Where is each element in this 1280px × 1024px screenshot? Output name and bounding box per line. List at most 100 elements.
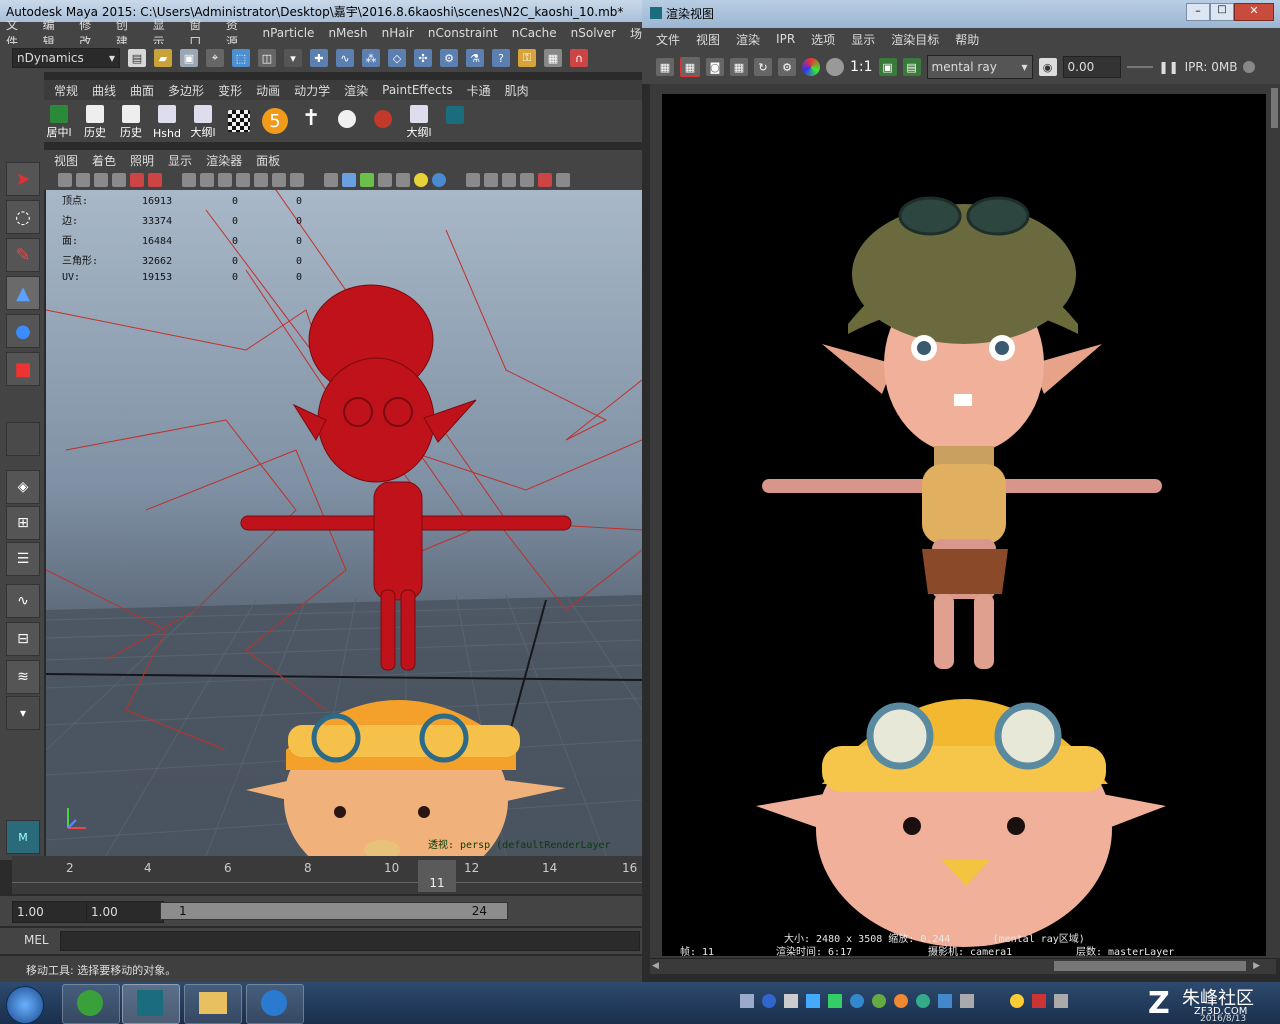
film-gate-icon[interactable] [200, 173, 214, 187]
rv-menu-ipr[interactable]: IPR [776, 32, 795, 46]
wireframe-on-shaded-icon[interactable] [360, 173, 374, 187]
safe-title-icon[interactable] [290, 173, 304, 187]
shelf-tab-polygons[interactable]: 多边形 [164, 82, 208, 99]
isolate-icon[interactable] [520, 173, 534, 187]
shelf-button-maya[interactable] [440, 102, 470, 140]
vscroll-thumb[interactable] [1271, 88, 1278, 128]
scroll-right-icon[interactable]: ▶ [1253, 961, 1260, 971]
help-icon[interactable]: ? [492, 49, 510, 67]
maximize-button[interactable]: □ [1210, 3, 1234, 21]
rv-menu-file[interactable]: 文件 [656, 31, 680, 48]
keep-image-icon[interactable]: ▣ [878, 58, 897, 76]
shelf-tab-curves[interactable]: 曲线 [88, 82, 120, 99]
snap-point-icon[interactable]: ⁂ [362, 49, 380, 67]
rendered-image[interactable] [662, 94, 1266, 956]
shelf-tab-deformation[interactable]: 变形 [214, 82, 246, 99]
help-icon[interactable] [762, 994, 776, 1008]
start-button[interactable] [6, 986, 44, 1024]
shelf-tab-toon[interactable]: 卡通 [463, 82, 495, 99]
move-tool-icon[interactable]: ▲ [6, 276, 40, 310]
network-icon[interactable] [828, 994, 842, 1008]
input-method-icon[interactable] [1032, 994, 1046, 1008]
rv-menu-options[interactable]: 选项 [811, 31, 835, 48]
rv-menu-display[interactable]: 显示 [851, 31, 875, 48]
perspective-viewport[interactable]: 顶点: 16913 0 0 边: 33374 0 0 面: 16484 0 0 三角形: 32662… [46, 190, 642, 856]
display-icon[interactable] [938, 994, 952, 1008]
camera-bookmark-icon[interactable] [148, 173, 162, 187]
refresh-ipr-icon[interactable]: ↻ [754, 58, 772, 76]
field-chart-icon[interactable] [254, 173, 268, 187]
pause-icon[interactable]: ❚❚ [1159, 60, 1179, 74]
layout-more-icon[interactable]: ▾ [6, 696, 40, 730]
snap-plane-icon[interactable]: ◇ [388, 49, 406, 67]
update-icon[interactable] [916, 994, 930, 1008]
layout-graph-icon[interactable]: ∿ [6, 584, 40, 618]
open-folder-icon[interactable]: ▰ [154, 49, 172, 67]
safe-action-icon[interactable] [272, 173, 286, 187]
menu-nconstraint[interactable]: nConstraint [428, 26, 498, 40]
lock-icon[interactable]: ⚿ [518, 49, 536, 67]
rv-menu-render[interactable]: 渲染 [736, 31, 760, 48]
shelf-button-skeleton[interactable]: ✝ [296, 102, 326, 140]
rv-menu-view[interactable]: 视图 [696, 31, 720, 48]
rv-menu-help[interactable]: 帮助 [955, 31, 979, 48]
panel-menu-show[interactable]: 显示 [168, 152, 192, 169]
real-size-button[interactable]: 1:1 [850, 59, 873, 75]
render-region-icon[interactable]: ▦ [680, 57, 700, 77]
menu-fields[interactable]: 场 [630, 25, 642, 42]
magnet-icon[interactable]: ∩ [570, 49, 588, 67]
resolution-gate-icon[interactable] [218, 173, 232, 187]
select-component-icon[interactable]: ◫ [258, 49, 276, 67]
panel-menu-shading[interactable]: 着色 [92, 152, 116, 169]
taskbar-browser[interactable] [62, 984, 120, 1024]
renderer-select[interactable]: mental ray ▾ [926, 55, 1033, 79]
menu-nparticle[interactable]: nParticle [262, 26, 314, 40]
exposure-icon[interactable]: ◉ [1038, 58, 1057, 76]
taskbar-explorer[interactable] [184, 984, 242, 1024]
panel-menu-view[interactable]: 视图 [54, 152, 78, 169]
save-icon[interactable]: ▣ [180, 49, 198, 67]
range-start-2-field[interactable]: 1.00 [86, 901, 164, 923]
shelf-button-paint[interactable] [368, 102, 398, 140]
exposure-field[interactable]: 0.00 [1062, 56, 1121, 78]
shelf-button-pivot[interactable]: 居中l [44, 102, 74, 140]
shelf-tab-surfaces[interactable]: 曲面 [126, 82, 158, 99]
snap-live-icon[interactable]: ✣ [414, 49, 432, 67]
rgb-channels-icon[interactable] [802, 58, 820, 76]
shelf-tab-painteffects[interactable]: PaintEffects [378, 83, 456, 97]
use-lights-icon[interactable] [414, 173, 428, 187]
shelf-button-outliner-2[interactable]: 大纲l [404, 102, 434, 140]
range-handle[interactable]: 1 24 [160, 902, 508, 920]
remove-image-icon[interactable]: ▤ [902, 58, 921, 76]
shelf-tab-muscle[interactable]: 肌肉 [501, 82, 533, 99]
mel-input[interactable] [60, 931, 640, 951]
wireframe-icon[interactable] [324, 173, 338, 187]
bookmark-icon[interactable] [94, 173, 108, 187]
last-tool-icon[interactable] [6, 422, 40, 456]
shelf-button-history[interactable]: 历史 [80, 102, 110, 140]
image-plane-icon[interactable] [112, 173, 126, 187]
snap-curve-icon[interactable]: ∿ [336, 49, 354, 67]
camera-attr-icon[interactable] [76, 173, 90, 187]
layout-single-icon[interactable]: ◈ [6, 470, 40, 504]
shelf-button-hypershade[interactable]: Hshd [152, 102, 182, 140]
hud-icon[interactable] [538, 173, 552, 187]
render-view-hscrollbar[interactable]: ◀ ▶ [650, 958, 1276, 974]
scroll-thumb[interactable] [1054, 961, 1246, 971]
render-view-vscrollbar[interactable] [1270, 84, 1280, 958]
shelf-tab-general[interactable]: 常规 [50, 82, 82, 99]
camera-select-icon[interactable] [58, 173, 72, 187]
usb-icon[interactable] [784, 994, 798, 1008]
xray-joints-icon[interactable] [484, 173, 498, 187]
rotate-tool-icon[interactable]: ● [6, 314, 40, 348]
shelf-button-checker[interactable] [224, 102, 254, 140]
sync-icon[interactable] [806, 994, 820, 1008]
layout-hypershade-icon[interactable]: ⊟ [6, 622, 40, 656]
grease-pencil-icon[interactable] [130, 173, 144, 187]
scale-tool-icon[interactable]: ■ [6, 352, 40, 386]
viewport2-icon[interactable] [556, 173, 570, 187]
smooth-shade-icon[interactable] [342, 173, 356, 187]
input-ops-icon[interactable]: ⚙ [440, 49, 458, 67]
select-hierarchy-icon[interactable]: ⌖ [206, 49, 224, 67]
flat-shade-icon[interactable] [378, 173, 392, 187]
